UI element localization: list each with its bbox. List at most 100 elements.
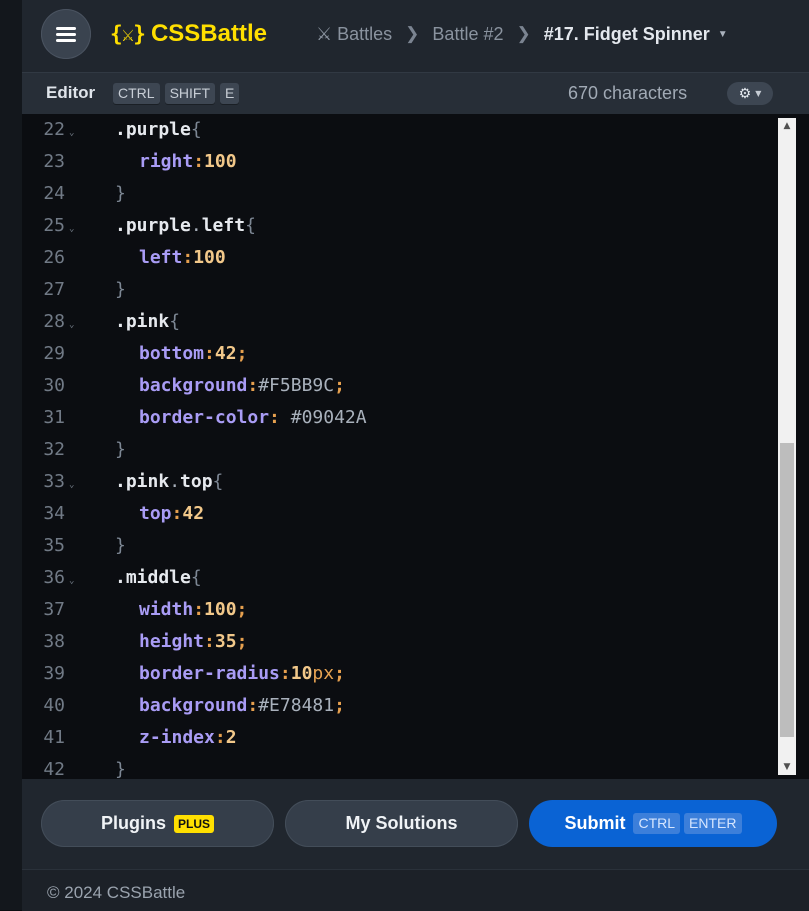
code-token: ; — [334, 375, 345, 396]
code-line[interactable]: 38 height:35; — [22, 626, 782, 658]
code-token: bottom — [139, 343, 205, 364]
breadcrumb-current-target[interactable]: #17. Fidget Spinner — [544, 24, 710, 45]
code-text: } — [115, 530, 126, 562]
fold-chevron-icon[interactable]: ⌄ — [69, 565, 74, 597]
code-text: border-color: #09042A — [139, 402, 367, 434]
code-token: #09042A — [290, 407, 367, 428]
editor-settings-button[interactable]: ⚙ ▼ — [727, 82, 773, 105]
scrollbar-thumb[interactable] — [780, 443, 794, 737]
top-header: {⚔} CSSBattle ⚔ Battles ❯ Battle #2 ❯ #1… — [22, 0, 809, 72]
code-token: { — [245, 215, 256, 236]
fold-chevron-icon[interactable]: ⌄ — [69, 469, 74, 501]
code-token: 100 — [193, 247, 226, 268]
code-line[interactable]: 31 border-color: #09042A — [22, 402, 782, 434]
code-line[interactable]: 27} — [22, 274, 782, 306]
line-number: 24 — [43, 183, 65, 204]
gear-icon: ⚙ — [738, 85, 752, 102]
line-number: 25 — [43, 215, 65, 236]
code-token: : — [204, 631, 215, 652]
code-line[interactable]: 35} — [22, 530, 782, 562]
code-text: } — [115, 274, 126, 306]
scroll-up-arrow-icon[interactable]: ▲ — [778, 118, 796, 134]
code-line[interactable]: 41 z-index:2 — [22, 722, 782, 754]
code-text: height:35; — [139, 626, 247, 658]
submit-button[interactable]: Submit CTRL ENTER — [529, 800, 777, 847]
fold-chevron-icon[interactable]: ⌄ — [69, 117, 74, 149]
code-token: : — [182, 247, 194, 268]
code-token: } — [115, 439, 126, 460]
code-token: background — [139, 695, 248, 716]
code-token: left — [201, 215, 246, 236]
editor-title: Editor — [46, 83, 96, 102]
cssbattle-logo[interactable]: {⚔} CSSBattle — [110, 17, 267, 51]
logo-mark-icon: {⚔} — [110, 22, 146, 46]
code-token: { — [212, 471, 224, 492]
code-token: 100 — [204, 151, 237, 172]
breadcrumb-battles[interactable]: Battles — [337, 24, 392, 45]
code-token: ; — [334, 663, 345, 684]
code-token: border-color — [139, 407, 270, 428]
code-token: .purple — [115, 215, 191, 236]
fold-chevron-icon[interactable]: ⌄ — [69, 213, 74, 245]
fold-chevron-icon[interactable]: ⌄ — [69, 309, 74, 341]
code-text: .pink.top{ — [115, 466, 223, 498]
code-token: 35 — [214, 631, 237, 652]
code-line[interactable]: 26 left:100 — [22, 242, 782, 274]
caret-down-icon[interactable]: ▼ — [718, 29, 728, 40]
code-line[interactable]: 28 ⌄ .pink{ — [22, 306, 782, 338]
code-line[interactable]: 23 right:100 — [22, 146, 782, 178]
crossed-swords-icon: ⚔ — [316, 23, 333, 44]
line-number: 34 — [43, 503, 65, 524]
copyright-text: © 2024 CSSBattle — [47, 883, 186, 902]
code-token: left — [139, 247, 183, 268]
code-line[interactable]: 37 width:100; — [22, 594, 782, 626]
kbd-enter: ENTER — [684, 813, 742, 834]
code-text: } — [115, 434, 126, 466]
code-line[interactable]: 32} — [22, 434, 782, 466]
code-token: top — [139, 503, 172, 524]
code-editor[interactable]: 22 ⌄ .purple{23 right:100 24} 25 ⌄ .purple.left… — [22, 114, 809, 779]
code-token: } — [115, 183, 126, 204]
code-line[interactable]: 34 top:42 — [22, 498, 782, 530]
breadcrumb: ⚔ Battles ❯ Battle #2 ❯ #17. Fidget Spin… — [316, 20, 728, 48]
caret-down-icon: ▼ — [755, 89, 762, 98]
menu-button[interactable] — [41, 9, 91, 59]
code-token: : — [247, 695, 259, 716]
chevron-right-icon: ❯ — [516, 24, 531, 43]
code-line[interactable]: 39 border-radius:10px; — [22, 658, 782, 690]
code-line[interactable]: 42} — [22, 754, 782, 779]
scroll-down-arrow-icon[interactable]: ▼ — [778, 759, 796, 775]
code-token: . — [169, 471, 181, 492]
plugins-button[interactable]: Plugins PLUS — [41, 800, 274, 847]
code-line[interactable]: 33 ⌄ .pink.top{ — [22, 466, 782, 498]
code-token: 2 — [225, 727, 237, 748]
code-token: right — [139, 151, 194, 172]
code-token: { — [190, 119, 202, 140]
code-token: ; — [236, 631, 248, 652]
my-solutions-button[interactable]: My Solutions — [285, 800, 518, 847]
code-token: : — [204, 343, 215, 364]
code-token: border-radius — [139, 663, 280, 684]
code-token: : — [193, 151, 205, 172]
code-text: width:100; — [139, 594, 247, 626]
line-number: 38 — [43, 631, 65, 652]
code-line[interactable]: 36 ⌄ .middle{ — [22, 562, 782, 594]
line-number: 27 — [43, 279, 65, 300]
code-line[interactable]: 29 bottom:42; — [22, 338, 782, 370]
code-token: .pink — [115, 311, 170, 332]
code-line[interactable]: 24} — [22, 178, 782, 210]
line-number: 26 — [43, 247, 65, 268]
code-line[interactable]: 30 background:#F5BB9C; — [22, 370, 782, 402]
code-line[interactable]: 40 background:#E78481; — [22, 690, 782, 722]
code-token: { — [169, 311, 181, 332]
left-edge-strip — [0, 0, 22, 910]
chevron-right-icon: ❯ — [405, 24, 420, 43]
kbd-shift: SHIFT — [164, 83, 216, 104]
code-token: : — [214, 727, 226, 748]
editor-shortcut: CTRL SHIFT E — [113, 83, 240, 104]
code-line[interactable]: 22 ⌄ .purple{ — [22, 114, 782, 146]
code-line[interactable]: 25 ⌄ .purple.left{ — [22, 210, 782, 242]
breadcrumb-battle-2[interactable]: Battle #2 — [432, 24, 503, 45]
kbd-ctrl: CTRL — [633, 813, 681, 834]
line-number: 40 — [43, 695, 65, 716]
